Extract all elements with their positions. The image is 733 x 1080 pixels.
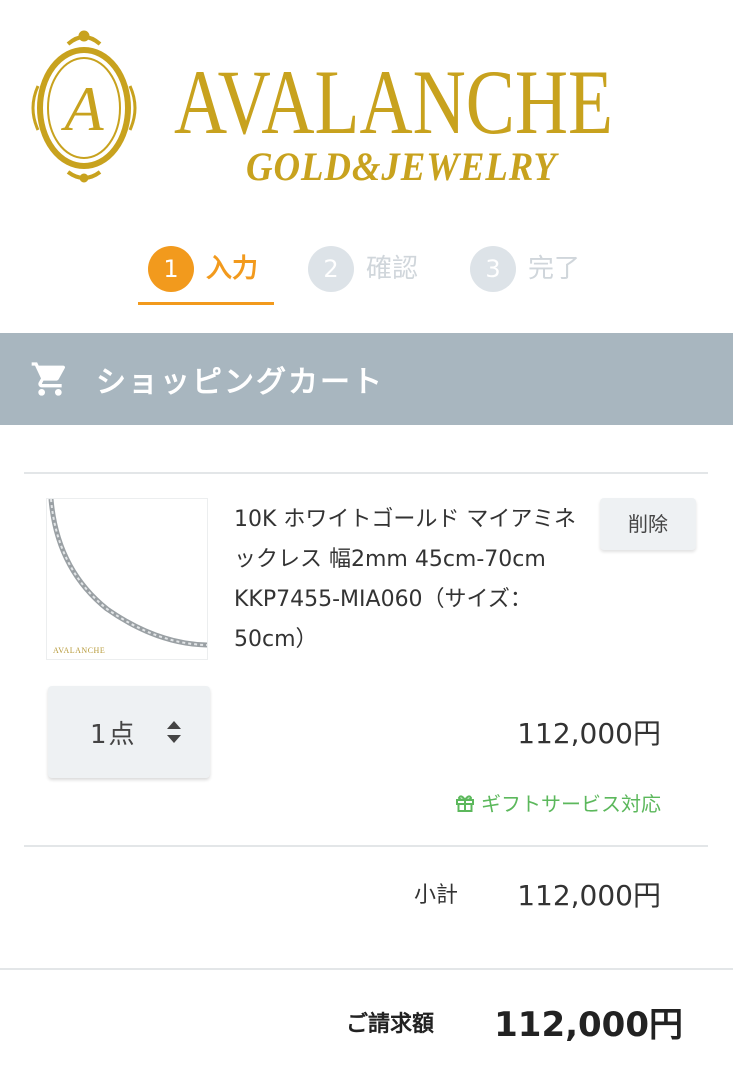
cart-icon — [31, 362, 66, 396]
active-step-underline — [138, 302, 274, 305]
subtotal-label: 小計 — [414, 883, 459, 908]
total-label: ご請求額 — [346, 1012, 435, 1037]
svg-text:A: A — [60, 73, 104, 144]
monogram-emblem-icon: A — [31, 30, 137, 183]
divider — [24, 845, 708, 847]
step-confirm: 2 確認 — [308, 244, 418, 304]
brand-name: AVALANCHE — [174, 51, 613, 153]
divider — [24, 472, 708, 474]
step-number: 3 — [470, 246, 516, 292]
step-label: 完了 — [528, 254, 581, 284]
cart-header: ショッピングカート — [0, 333, 733, 425]
necklace-image — [48, 499, 207, 648]
product-image[interactable]: AVALANCHE — [46, 498, 208, 660]
gift-service-badge: ギフトサービス対応 — [455, 788, 661, 817]
step-label: 確認 — [366, 254, 419, 284]
divider — [0, 968, 733, 970]
gift-service-label: ギフトサービス対応 — [481, 792, 661, 816]
step-complete: 3 完了 — [470, 244, 580, 304]
subtotal-value: 112,000円 — [517, 879, 661, 912]
step-input: 1 入力 — [148, 244, 258, 304]
item-price: 112,000円 — [517, 717, 661, 750]
quantity-value: 1点 — [90, 719, 137, 750]
step-label: 入力 — [206, 254, 259, 284]
step-number: 1 — [148, 246, 194, 292]
image-brand-label: AVALANCHE — [53, 646, 106, 655]
product-name[interactable]: 10K ホワイトゴールド マイアミネックレス 幅2mm 45cm-70cm KK… — [234, 500, 594, 660]
brand-logo[interactable]: A AVALANCHE GOLD&JEWELRY — [24, 26, 714, 189]
sort-arrows-icon — [166, 721, 181, 743]
delete-button[interactable]: 削除 — [600, 498, 696, 550]
cart-title: ショッピングカート — [96, 365, 384, 400]
brand-subtitle: GOLD&JEWELRY — [246, 144, 557, 189]
gift-icon — [456, 794, 474, 812]
total-value: 112,000円 — [494, 1005, 683, 1045]
checkout-steps: 1 入力 2 確認 3 完了 — [138, 244, 608, 306]
step-number: 2 — [308, 246, 354, 292]
quantity-select[interactable]: 1点 — [48, 686, 210, 778]
